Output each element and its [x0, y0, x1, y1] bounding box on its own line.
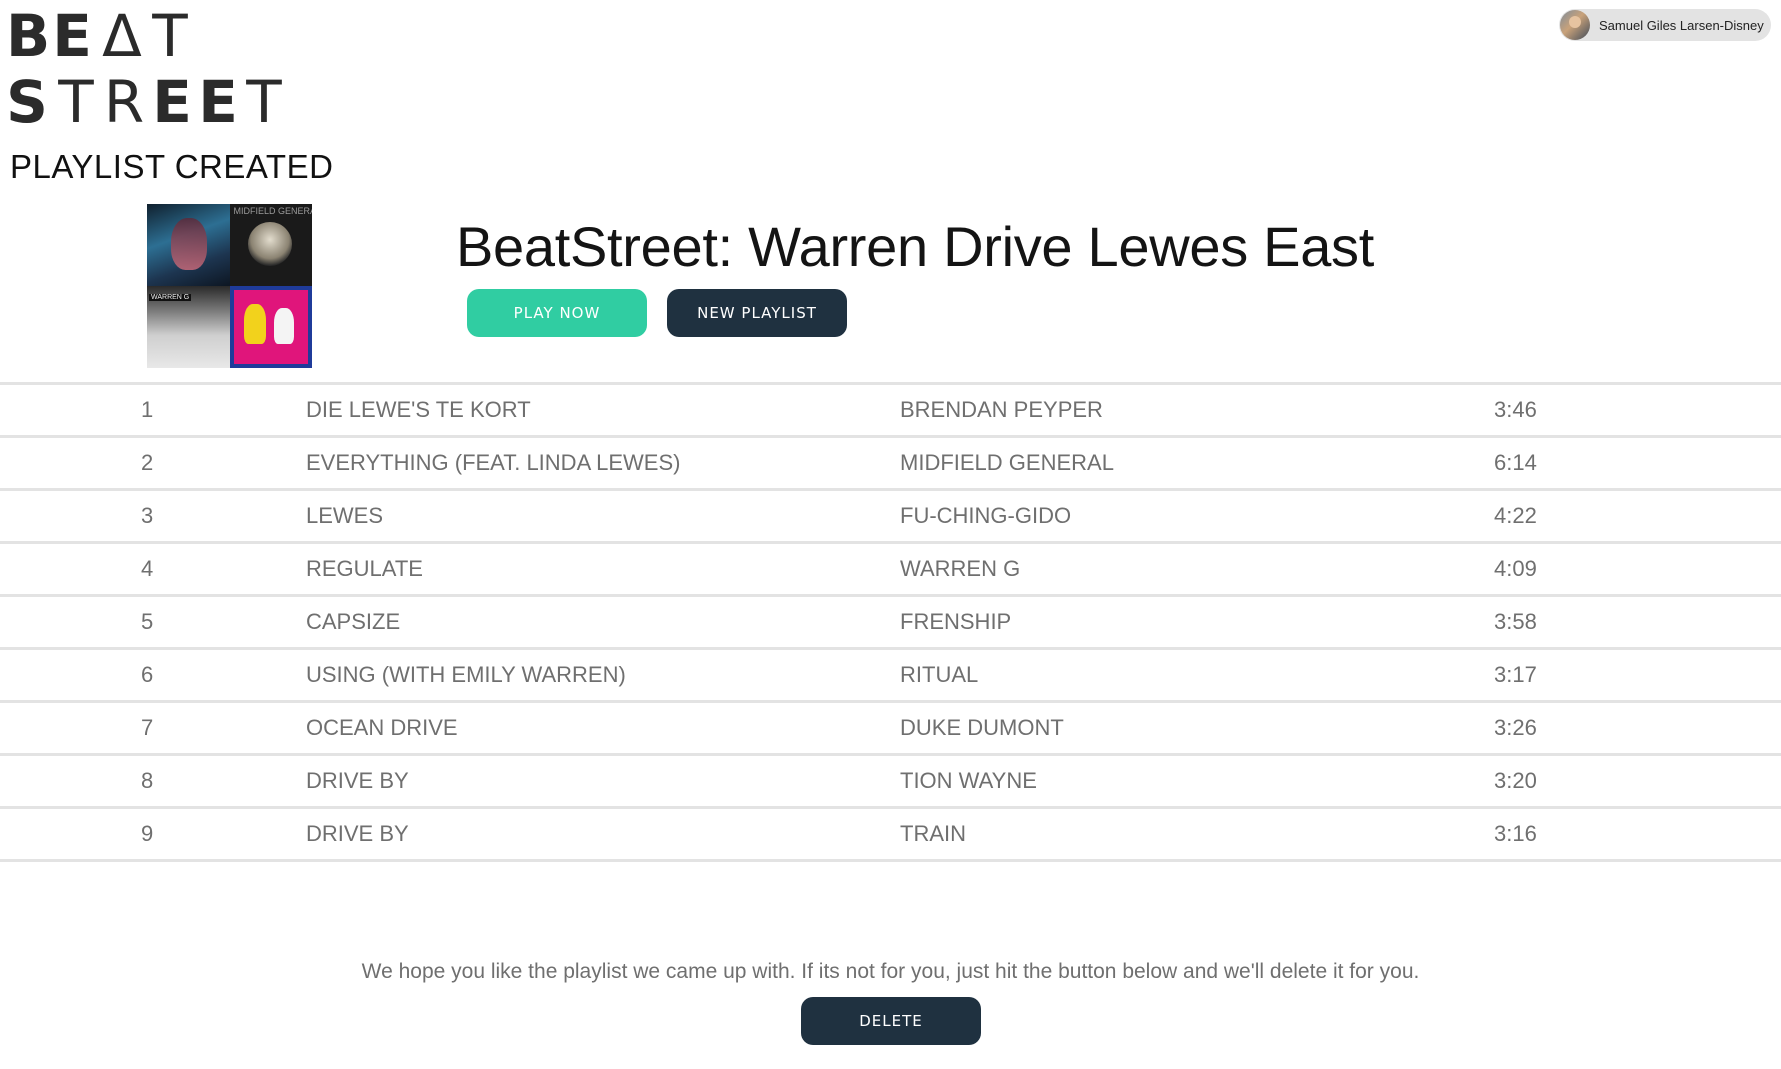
- track-duration: 3:17: [1494, 662, 1537, 687]
- logo-letter: T: [152, 2, 188, 70]
- track-artist: TION WAYNE: [900, 768, 1037, 793]
- cover-tile: [147, 204, 230, 286]
- track-list: 1 DIE LEWE'S TE KORT BRENDAN PEYPER 3:46…: [0, 382, 1781, 862]
- cover-tile-label: WARREN G: [149, 294, 192, 301]
- cover-tile: [229, 286, 312, 368]
- user-profile-chip[interactable]: Samuel Giles Larsen-Disney: [1559, 9, 1771, 41]
- new-playlist-button[interactable]: NEW PLAYLIST: [667, 289, 847, 337]
- track-number: 8: [141, 768, 154, 793]
- table-row[interactable]: 5 CAPSIZE FRENSHIP 3:58: [0, 597, 1781, 650]
- playlist-cover-art: MIDFIELD GENERAL WARREN G: [147, 204, 312, 368]
- cover-tile: WARREN G: [147, 286, 230, 368]
- logo-letter: T: [246, 68, 282, 136]
- track-number: 6: [141, 662, 154, 687]
- table-row[interactable]: 1 DIE LEWE'S TE KORT BRENDAN PEYPER 3:46: [0, 385, 1781, 438]
- table-row[interactable]: 7 OCEAN DRIVE DUKE DUMONT 3:26: [0, 703, 1781, 756]
- track-artist: WARREN G: [900, 556, 1021, 581]
- logo-letter: S: [6, 68, 48, 136]
- track-title: LEWES: [306, 503, 384, 528]
- track-artist: FRENSHIP: [900, 609, 1012, 634]
- table-row[interactable]: 2 EVERYTHING (FEAT. LINDA LEWES) MIDFIEL…: [0, 438, 1781, 491]
- track-title: DRIVE BY: [306, 821, 409, 846]
- track-number: 3: [141, 503, 154, 528]
- play-now-button[interactable]: PLAY NOW: [467, 289, 647, 337]
- track-duration: 4:09: [1494, 556, 1537, 581]
- cover-tile-art: [233, 290, 308, 364]
- logo-letter: E: [198, 68, 238, 136]
- beat-street-logo[interactable]: B E Δ T S T R E E T: [6, 2, 289, 136]
- avatar: [1560, 10, 1590, 40]
- track-duration: 3:16: [1494, 821, 1537, 846]
- table-row[interactable]: 3 LEWES FU-CHING-GIDO 4:22: [0, 491, 1781, 544]
- track-number: 2: [141, 450, 154, 475]
- track-title: DRIVE BY: [306, 768, 409, 793]
- track-number: 1: [141, 397, 154, 422]
- track-number: 9: [141, 821, 154, 846]
- logo-letter: T: [58, 68, 94, 136]
- track-number: 5: [141, 609, 154, 634]
- track-artist: MIDFIELD GENERAL: [900, 450, 1114, 475]
- logo-letter: E: [152, 68, 192, 136]
- delete-playlist-button[interactable]: DELETE: [801, 997, 981, 1045]
- track-artist: FU-CHING-GIDO: [900, 503, 1072, 528]
- logo-letter: R: [103, 68, 145, 136]
- track-title: REGULATE: [306, 556, 423, 581]
- track-duration: 6:14: [1494, 450, 1537, 475]
- track-duration: 3:46: [1494, 397, 1537, 422]
- table-row[interactable]: 6 USING (WITH EMILY WARREN) RITUAL 3:17: [0, 650, 1781, 703]
- track-artist: RITUAL: [900, 662, 979, 687]
- table-row[interactable]: 9 DRIVE BY TRAIN 3:16: [0, 809, 1781, 862]
- logo-letter: E: [52, 2, 92, 70]
- track-artist: DUKE DUMONT: [900, 715, 1064, 740]
- track-title: USING (WITH EMILY WARREN): [306, 662, 626, 687]
- track-duration: 4:22: [1494, 503, 1537, 528]
- track-title: CAPSIZE: [306, 609, 401, 634]
- track-duration: 3:26: [1494, 715, 1537, 740]
- track-number: 7: [141, 715, 154, 740]
- track-number: 4: [141, 556, 154, 581]
- track-artist: TRAIN: [900, 821, 966, 846]
- cover-tile: MIDFIELD GENERAL: [229, 204, 313, 286]
- track-artist: BRENDAN PEYPER: [900, 397, 1103, 422]
- playlist-title: BeatStreet: Warren Drive Lewes East: [456, 215, 1375, 278]
- track-duration: 3:58: [1494, 609, 1537, 634]
- cover-tile-label: MIDFIELD GENERAL: [233, 206, 313, 216]
- table-row[interactable]: 4 REGULATE WARREN G 4:09: [0, 544, 1781, 597]
- delete-prompt-message: We hope you like the playlist we came up…: [361, 960, 1420, 983]
- logo-letter: B: [6, 2, 51, 70]
- user-name: Samuel Giles Larsen-Disney: [1599, 17, 1764, 33]
- logo-letter: Δ: [102, 2, 142, 70]
- track-title: OCEAN DRIVE: [306, 715, 458, 740]
- table-row[interactable]: 8 DRIVE BY TION WAYNE 3:20: [0, 756, 1781, 809]
- track-duration: 3:20: [1494, 768, 1537, 793]
- track-title: DIE LEWE'S TE KORT: [306, 397, 531, 422]
- track-title: EVERYTHING (FEAT. LINDA LEWES): [306, 450, 681, 475]
- page-heading: PLAYLIST CREATED: [10, 148, 334, 185]
